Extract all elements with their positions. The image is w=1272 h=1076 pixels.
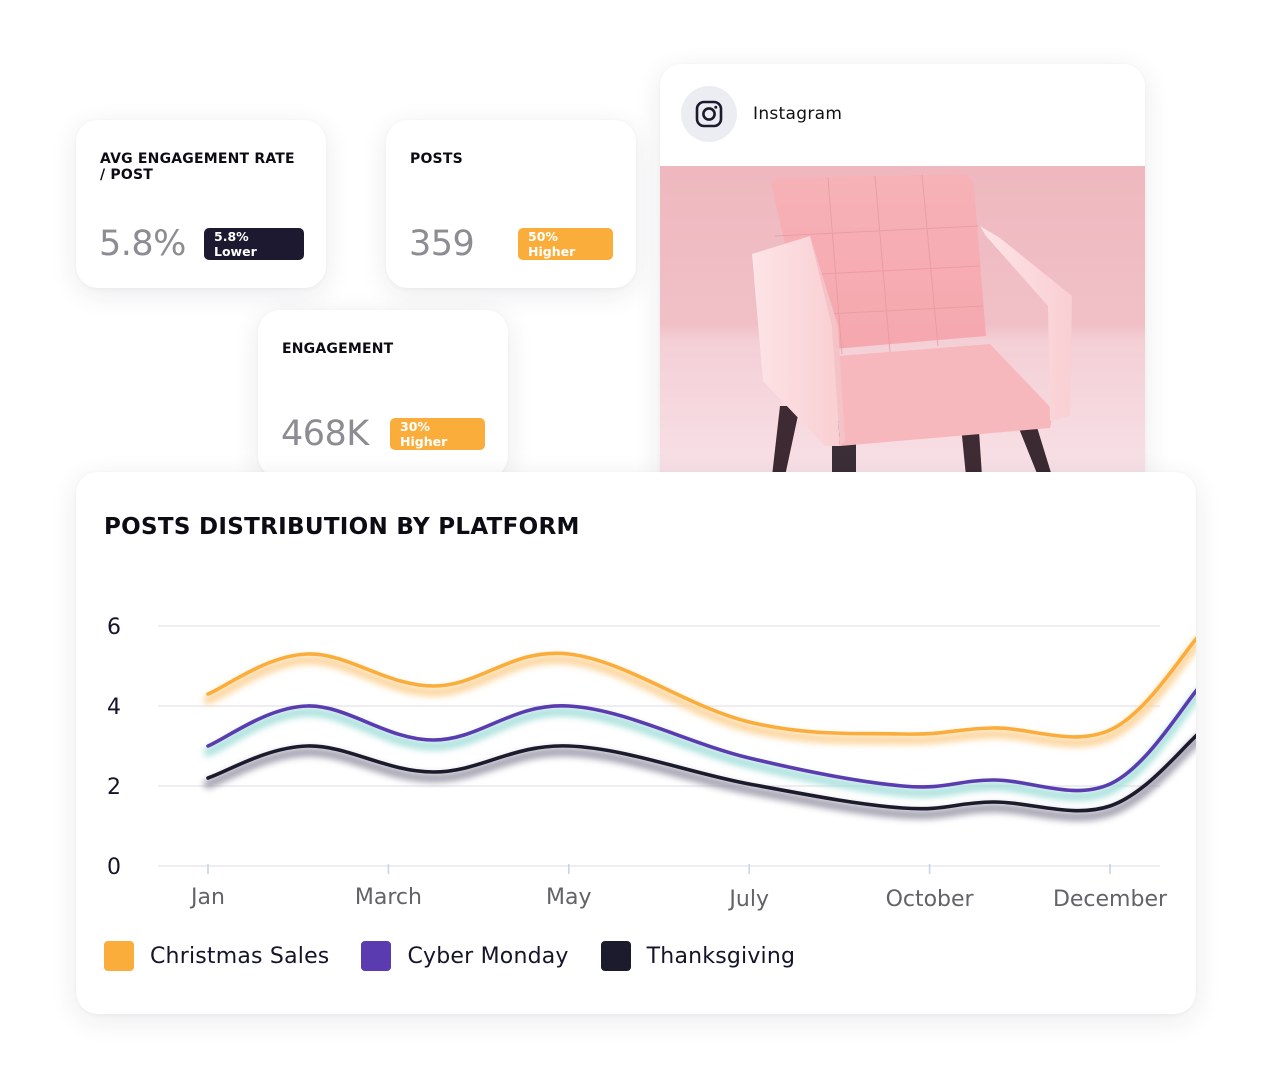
posts-card: POSTS 359 50% Higher [386, 120, 636, 288]
avg-engagement-title: AVG ENGAGEMENT RATE / POST [100, 151, 295, 183]
legend-item-cyber-monday[interactable]: Cyber Monday [361, 941, 568, 971]
legend-label: Christmas Sales [150, 943, 330, 969]
posts-value: 359 [409, 224, 475, 264]
legend-item-thanksgiving[interactable]: Thanksgiving [600, 941, 796, 971]
chart-legend: Christmas Sales Cyber Monday Thanksgivin… [104, 941, 827, 971]
instagram-icon [695, 100, 723, 128]
x-tick-label: July [727, 887, 769, 912]
posts-badge: 50% Higher [518, 228, 613, 260]
x-tick-label: May [546, 885, 591, 910]
line-chart: 0 2 4 6 Jan March May July October December [107, 615, 1196, 912]
instagram-header: Instagram [660, 64, 1145, 166]
posts-title: POSTS [410, 151, 463, 167]
avg-engagement-value: 5.8% [99, 224, 186, 264]
engagement-card: ENGAGEMENT 468K 30% Higher [258, 310, 508, 478]
posts-distribution-card: POSTS DISTRIBUTION BY PLATFORM 0 2 4 6 Jan Ma… [76, 472, 1196, 1014]
avg-engagement-card: AVG ENGAGEMENT RATE / POST 5.8% 5.8% Low… [76, 120, 326, 288]
y-tick-label: 2 [107, 775, 121, 800]
engagement-badge: 30% Higher [390, 418, 485, 450]
legend-label: Thanksgiving [646, 943, 796, 969]
y-tick-label: 6 [107, 615, 121, 640]
legend-label: Cyber Monday [407, 943, 569, 969]
y-tick-label: 0 [107, 855, 121, 880]
legend-swatch-christmas-sales [104, 941, 134, 971]
y-tick-label: 4 [107, 695, 121, 720]
engagement-title: ENGAGEMENT [282, 341, 394, 357]
x-tick-label: March [355, 885, 422, 910]
x-tick-label: December [1053, 887, 1168, 912]
engagement-value: 468K [281, 414, 369, 454]
legend-item-christmas-sales[interactable]: Christmas Sales [104, 941, 329, 971]
x-tick-label: October [886, 887, 975, 912]
instagram-post-card[interactable]: Instagram [660, 64, 1145, 484]
x-tick-label: Jan [189, 885, 225, 910]
legend-swatch-cyber-monday [361, 941, 392, 971]
instagram-icon-badge [681, 86, 737, 142]
legend-swatch-thanksgiving [600, 941, 631, 971]
instagram-platform-label: Instagram [753, 104, 843, 124]
pink-armchair-photo [660, 166, 1145, 484]
avg-engagement-badge: 5.8% Lower [204, 228, 304, 260]
